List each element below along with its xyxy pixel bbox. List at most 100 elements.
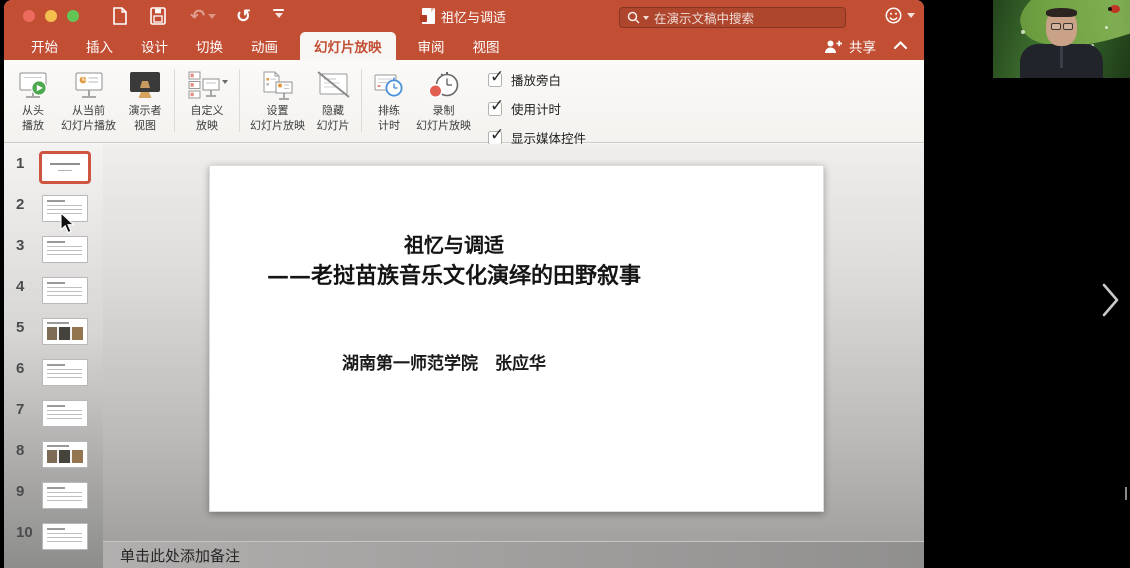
ribbon-slideshow: 从头 播放 从当前 幻灯片播放 演示者 视图 自定义 放映 (4, 60, 924, 143)
slide-thumbnail[interactable] (42, 523, 88, 550)
slide-thumbnail[interactable] (42, 441, 88, 468)
smiley-icon (885, 7, 902, 24)
checkbox-box[interactable]: ✓ (488, 73, 502, 87)
checkbox-label: 播放旁白 (511, 70, 561, 89)
search-scope-caret-icon[interactable] (643, 16, 649, 20)
tab-slideshow[interactable]: 幻灯片放映 (300, 32, 396, 60)
set-up-show-button[interactable]: 设置 幻灯片放映 (245, 63, 310, 140)
button-label: 从头 (22, 105, 44, 118)
thumbnail-slide-7[interactable]: 7 (4, 400, 103, 427)
search-input[interactable]: 在演示文稿中搜索 (619, 7, 846, 28)
tab-design[interactable]: 设计 (127, 32, 182, 60)
slide-number: 5 (16, 318, 35, 338)
thumbnail-slide-10[interactable]: 10 (4, 523, 103, 550)
record-slideshow-button[interactable]: 录制 幻灯片放映 (411, 63, 476, 140)
notes-pane[interactable]: 单击此处添加备注 (103, 541, 924, 568)
checkbox-play-narrations[interactable]: ✓ 播放旁白 (488, 70, 586, 89)
slide-subtitle-textbox[interactable]: 湖南第一师范学院 张应华 (210, 349, 678, 374)
undo-icon[interactable]: ↶ (190, 6, 216, 26)
tab-animations[interactable]: 动画 (237, 32, 292, 60)
redo-icon[interactable]: ↺ (236, 6, 251, 26)
button-label: 从当前 (72, 105, 105, 118)
close-window-button[interactable] (23, 10, 35, 22)
person-plus-icon (824, 39, 843, 54)
slide-thumbnail[interactable] (42, 236, 88, 263)
custom-show-button[interactable]: 自定义 放映 (180, 63, 234, 140)
record-slideshow-icon (426, 65, 462, 103)
powerpoint-doc-icon (422, 8, 435, 24)
tab-transitions[interactable]: 切换 (182, 32, 237, 60)
slide-title-textbox[interactable]: 祖忆与调适 ——老挝苗族音乐文化演绎的田野叙事 (210, 230, 698, 292)
thumbnail-slide-2[interactable]: 2 (4, 195, 103, 222)
slide-number: 8 (16, 441, 35, 461)
smiley-caret-icon (907, 13, 915, 18)
collapse-ribbon-button[interactable] (893, 40, 908, 50)
tab-insert[interactable]: 插入 (72, 32, 127, 60)
button-label: 自定义 (191, 105, 224, 118)
thumbnail-slide-1[interactable]: 1 (4, 154, 103, 181)
minimize-window-button[interactable] (45, 10, 57, 22)
play-from-current-icon (71, 65, 107, 103)
feedback-smiley-button[interactable] (885, 7, 915, 24)
button-label: 隐藏 (322, 105, 344, 118)
zoom-window-button[interactable] (67, 10, 79, 22)
thumbnail-slide-8[interactable]: 8 (4, 441, 103, 468)
tab-view[interactable]: 视图 (459, 32, 514, 60)
button-label: 播放 (22, 120, 44, 133)
thumbnail-slide-5[interactable]: 5 (4, 318, 103, 345)
slide-title-line2: ——老挝苗族音乐文化演绎的田野叙事 (210, 260, 698, 292)
thumbnail-slide-6[interactable]: 6 (4, 359, 103, 386)
button-label: 幻灯片 (317, 120, 350, 133)
tab-home[interactable]: 开始 (17, 32, 72, 60)
checkbox-label: 使用计时 (511, 99, 561, 118)
slide-canvas[interactable]: 祖忆与调适 ——老挝苗族音乐文化演绎的田野叙事 湖南第一师范学院 张应华 (209, 165, 824, 512)
play-from-start-button[interactable]: 从头 播放 (10, 63, 56, 140)
checkbox-box[interactable]: ✓ (488, 102, 502, 116)
slide-thumbnail[interactable] (42, 482, 88, 509)
play-from-current-button[interactable]: 从当前 幻灯片播放 (56, 63, 121, 140)
screen: { "titlebar": { "title": "祖忆与调适", "searc… (0, 0, 1130, 568)
tab-review[interactable]: 审阅 (404, 32, 459, 60)
slide-title-line1: 祖忆与调适 (210, 230, 698, 260)
button-label: 演示者 (129, 105, 162, 118)
button-label: 视图 (134, 120, 156, 133)
presenter-view-button[interactable]: 演示者 视图 (121, 63, 169, 140)
share-label: 共享 (849, 36, 876, 56)
ribbon-separator (174, 69, 175, 132)
button-label: 幻灯片放映 (250, 120, 305, 133)
checkbox-box[interactable]: ✓ (488, 131, 502, 145)
set-up-show-icon (259, 65, 297, 103)
next-page-arrow[interactable] (1101, 283, 1121, 317)
scrollbar-fragment (1125, 487, 1127, 500)
thumbnail-slide-3[interactable]: 3 (4, 236, 103, 263)
slide-thumbnail[interactable] (42, 359, 88, 386)
thumbnail-slide-9[interactable]: 9 (4, 482, 103, 509)
ladybug (1110, 5, 1120, 13)
slide-number: 6 (16, 359, 35, 379)
slide-thumbnail[interactable] (42, 277, 88, 304)
button-label: 设置 (267, 105, 289, 118)
slide-thumbnail[interactable] (42, 154, 88, 181)
save-icon[interactable] (149, 6, 167, 26)
toolbar-overflow-icon[interactable] (273, 9, 284, 29)
person-torso (1020, 44, 1103, 78)
search-placeholder: 在演示文稿中搜索 (654, 8, 754, 27)
document-title: 祖忆与调适 (441, 7, 506, 26)
water-droplet (1105, 26, 1108, 29)
share-button[interactable]: 共享 (824, 32, 876, 60)
slide-number: 2 (16, 195, 35, 215)
slide-number: 4 (16, 277, 35, 297)
slide-thumbnail[interactable] (42, 318, 88, 345)
button-label: 幻灯片放映 (416, 120, 471, 133)
rehearse-timings-button[interactable]: 排练 计时 (367, 63, 411, 140)
hide-slide-button[interactable]: 隐藏 幻灯片 (310, 63, 356, 140)
slide-number: 10 (16, 523, 35, 543)
hide-slide-icon (315, 65, 351, 103)
slide-thumbnail[interactable] (42, 400, 88, 427)
button-label: 录制 (433, 105, 455, 118)
new-document-icon[interactable] (111, 6, 129, 26)
ribbon-separator (239, 69, 240, 132)
checkbox-use-timings[interactable]: ✓ 使用计时 (488, 99, 586, 118)
checkmark-icon: ✓ (490, 96, 504, 116)
thumbnail-slide-4[interactable]: 4 (4, 277, 103, 304)
